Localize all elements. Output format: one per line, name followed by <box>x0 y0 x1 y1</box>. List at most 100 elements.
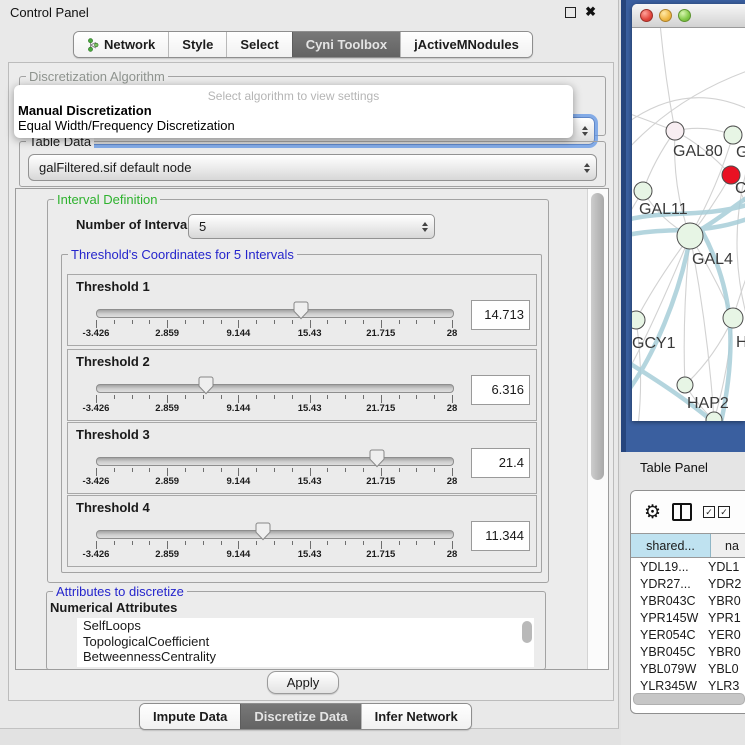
numerical-attributes-list[interactable]: SelfLoopsTopologicalCoefficientBetweenne… <box>77 618 534 667</box>
threshold-2-panel: Threshold 2 -3.4262.8599.14415.4321.7152… <box>67 349 537 421</box>
app-root: { "window": {"title": "Control Panel"}, … <box>0 0 745 745</box>
attribute-item[interactable]: BetweennessCentrality <box>77 649 534 665</box>
split-columns-icon[interactable] <box>672 503 692 521</box>
cyni-mode-tabbar: Impute Data Discretize Data Infer Networ… <box>139 703 472 730</box>
scrollbar-thumb[interactable] <box>591 193 604 480</box>
combo-arrows-icon <box>416 222 434 232</box>
network-graph: GAL80GCGAL11GAL4GCY1HHAP2 <box>632 28 745 421</box>
network-window-titlebar <box>632 4 745 28</box>
network-node-label: GCY1 <box>632 335 676 352</box>
threshold-3-value-field[interactable]: 21.4 <box>471 448 530 478</box>
table-row[interactable]: YBR045CYBR0 <box>631 643 745 660</box>
popup-option-manual-discretization[interactable]: Manual Discretization <box>14 103 573 118</box>
network-canvas[interactable]: GAL80GCGAL11GAL4GCY1HHAP2 <box>632 28 745 421</box>
threshold-3-panel: Threshold 3 -3.4262.8599.14415.4321.7152… <box>67 422 537 494</box>
threshold-3-label: Threshold 3 <box>76 427 150 442</box>
attributes-group: Attributes to discretize Numerical Attri… <box>46 591 546 670</box>
network-node-label: C <box>735 180 745 197</box>
control-panel-tabbar: Network Style Select Cyni Toolbox jActiv… <box>73 31 533 58</box>
table-data-group: Table Data galFiltered.sif default node <box>19 141 606 187</box>
threshold-1-slider-track[interactable] <box>96 309 454 318</box>
threshold-4-value-field[interactable]: 11.344 <box>471 521 530 551</box>
network-node-label: GAL4 <box>692 251 733 268</box>
combo-arrows-icon <box>576 126 594 136</box>
tab-jactivemnodules[interactable]: jActiveMNodules <box>400 32 532 57</box>
tab-select[interactable]: Select <box>226 32 291 57</box>
network-node[interactable] <box>723 308 743 328</box>
tab-impute-data[interactable]: Impute Data <box>140 704 240 729</box>
network-node[interactable] <box>634 182 652 200</box>
table-data-combobox[interactable]: galFiltered.sif default node <box>28 154 597 181</box>
network-icon <box>87 38 99 52</box>
close-icon[interactable]: ✖ <box>585 6 596 18</box>
tab-discretize-data[interactable]: Discretize Data <box>240 704 360 729</box>
gear-icon[interactable]: ⚙ <box>644 503 661 522</box>
threshold-2-slider-track[interactable] <box>96 384 454 393</box>
threshold-3-slider-handle[interactable] <box>369 449 385 473</box>
network-node-label: G <box>736 144 745 161</box>
table-row[interactable]: YBL079WYBL0 <box>631 660 745 677</box>
attribute-item[interactable]: TopologicalCoefficient <box>77 634 534 650</box>
network-node[interactable] <box>666 122 684 140</box>
table-panel-title: Table Panel <box>640 460 708 475</box>
settings-vertical-scrollbar[interactable] <box>587 189 608 669</box>
table-horizontal-scrollbar[interactable] <box>633 693 745 705</box>
network-node[interactable] <box>677 377 693 393</box>
number-of-intervals-value: 5 <box>189 219 416 234</box>
threshold-1-panel: Threshold 1 -3.4262.8599.14415.4321.7152… <box>67 274 537 346</box>
threshold-1-value-field[interactable]: 14.713 <box>471 300 530 330</box>
network-node[interactable] <box>724 126 742 144</box>
network-node[interactable] <box>632 311 645 329</box>
zoom-window-icon[interactable] <box>678 9 691 22</box>
table-row[interactable]: YPR145WYPR1 <box>631 609 745 626</box>
column-header-shared-name[interactable]: shared... <box>631 534 711 557</box>
threshold-2-value-field[interactable]: 6.316 <box>471 375 530 405</box>
threshold-3-slider-track[interactable] <box>96 457 454 466</box>
algorithm-dropdown-popup: Select algorithm to view settings Manual… <box>14 85 573 138</box>
table-row[interactable]: YLR345WYLR3 <box>631 677 745 694</box>
close-window-icon[interactable] <box>640 9 653 22</box>
threshold-1-slider-handle[interactable] <box>293 301 309 325</box>
node-table-container: ⚙ ✓ ✓ shared... na YDL19...YDL1YDR27...Y… <box>630 490 745 714</box>
tab-network[interactable]: Network <box>74 32 168 57</box>
number-of-intervals-combobox[interactable]: 5 <box>188 214 435 239</box>
threshold-2-slider-handle[interactable] <box>198 376 214 400</box>
float-window-icon[interactable] <box>565 7 576 18</box>
table-rows[interactable]: YDL19...YDL1YDR27...YDR2YBR043CYBR0YPR14… <box>631 558 745 694</box>
table-row[interactable]: YDR27...YDR2 <box>631 575 745 592</box>
table-data-value: galFiltered.sif default node <box>29 160 578 175</box>
tab-network-label: Network <box>104 37 155 52</box>
table-row[interactable]: YBR043CYBR0 <box>631 592 745 609</box>
minimize-window-icon[interactable] <box>659 9 672 22</box>
tab-cyni-toolbox[interactable]: Cyni Toolbox <box>292 32 400 57</box>
table-toolbar: ⚙ ✓ ✓ <box>631 491 745 533</box>
network-node-label: GAL80 <box>673 143 723 160</box>
checkbox-icon: ✓ <box>703 506 715 518</box>
network-node-label: HAP2 <box>687 395 729 412</box>
column-header-name[interactable]: na <box>711 534 745 557</box>
thresholds-group: Threshold's Coordinates for 5 Intervals … <box>61 254 542 573</box>
table-row[interactable]: YER054CYER0 <box>631 626 745 643</box>
network-view-window: GAL80GCGAL11GAL4GCY1HHAP2 <box>632 4 745 421</box>
tab-style[interactable]: Style <box>168 32 226 57</box>
attributes-list-scrollbar[interactable] <box>522 621 532 643</box>
threshold-4-slider-track[interactable] <box>96 530 454 539</box>
tab-infer-network[interactable]: Infer Network <box>361 704 471 729</box>
network-node[interactable] <box>677 223 703 249</box>
threshold-4-slider-handle[interactable] <box>255 522 271 546</box>
table-panel: Table Panel ⚙ ✓ ✓ shared... na YDL19...Y… <box>621 452 745 745</box>
control-panel-titlebar: Control Panel ✖ <box>0 0 618 26</box>
network-node[interactable] <box>706 412 722 421</box>
threshold-1-label: Threshold 1 <box>76 279 150 294</box>
select-columns-icons[interactable]: ✓ ✓ <box>703 506 730 518</box>
attribute-item[interactable]: SelfLoops <box>77 618 534 634</box>
network-node-label: H <box>736 334 745 351</box>
control-panel-window: Control Panel ✖ Network Style Select Cyn… <box>0 0 619 729</box>
popup-placeholder-text: Select algorithm to view settings <box>14 85 573 103</box>
interval-definition-title: Interval Definition <box>54 192 160 207</box>
apply-button[interactable]: Apply <box>267 671 339 694</box>
popup-option-equal-width-frequency[interactable]: Equal Width/Frequency Discretization <box>14 118 573 133</box>
panel-title: Control Panel <box>10 0 89 26</box>
table-header-row: shared... na <box>631 533 745 558</box>
table-row[interactable]: YDL19...YDL1 <box>631 558 745 575</box>
